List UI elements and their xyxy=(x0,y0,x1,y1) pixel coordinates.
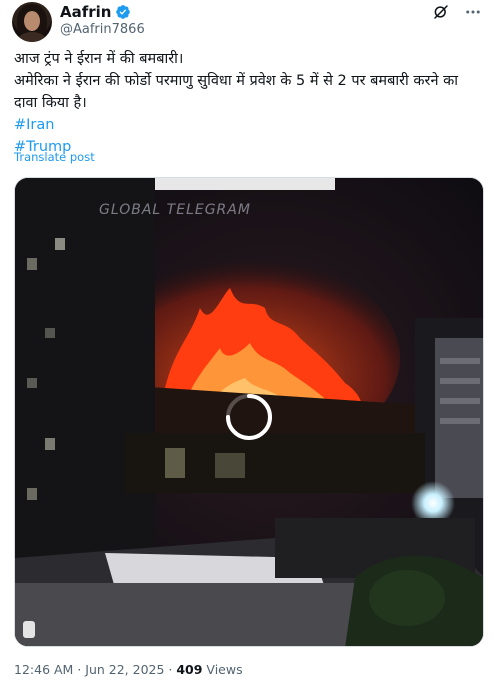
video-watermark: GLOBAL TELEGRAM xyxy=(99,202,251,218)
meta-separator: · xyxy=(73,662,86,677)
display-name[interactable]: Aafrin xyxy=(60,2,111,22)
views-label: Views xyxy=(202,662,243,677)
avatar-face xyxy=(24,11,40,31)
header-actions xyxy=(431,2,483,22)
meta-separator-2: · xyxy=(164,662,177,677)
tweet-meta: 12:46 AM · Jun 22, 2025 · 409 Views xyxy=(14,662,243,677)
tweet-header: Aafrin @Aafrin7866 xyxy=(12,2,483,42)
name-row: Aafrin xyxy=(60,2,131,22)
tweet-text: आज ट्रंप ने ईरान में की बमबारी। अमेरिका … xyxy=(14,48,484,158)
video-progress-chip xyxy=(23,621,35,638)
more-dots-icon[interactable] xyxy=(463,2,483,22)
post-date[interactable]: Jun 22, 2025 xyxy=(85,662,164,677)
hashtag-iran[interactable]: #Iran xyxy=(14,114,484,136)
tweet-line-3: दावा किया है। xyxy=(14,95,87,111)
post-time[interactable]: 12:46 AM xyxy=(14,662,73,677)
avatar[interactable] xyxy=(12,2,52,42)
user-handle[interactable]: @Aafrin7866 xyxy=(60,21,145,39)
tweet-line-2: अमेरिका ने ईरान की फोर्डो परमाणु सुविधा … xyxy=(14,73,459,89)
video-player[interactable]: GLOBAL TELEGRAM xyxy=(14,177,484,647)
avatar-shoulder xyxy=(18,32,46,42)
loading-spinner-icon xyxy=(226,394,272,440)
grok-icon[interactable] xyxy=(431,2,451,22)
tweet-line-1: आज ट्रंप ने ईरान में की बमबारी। xyxy=(14,51,184,67)
views-count: 409 xyxy=(176,662,203,677)
translate-post-link[interactable]: Translate post xyxy=(14,150,95,164)
verified-badge-icon xyxy=(115,4,131,20)
